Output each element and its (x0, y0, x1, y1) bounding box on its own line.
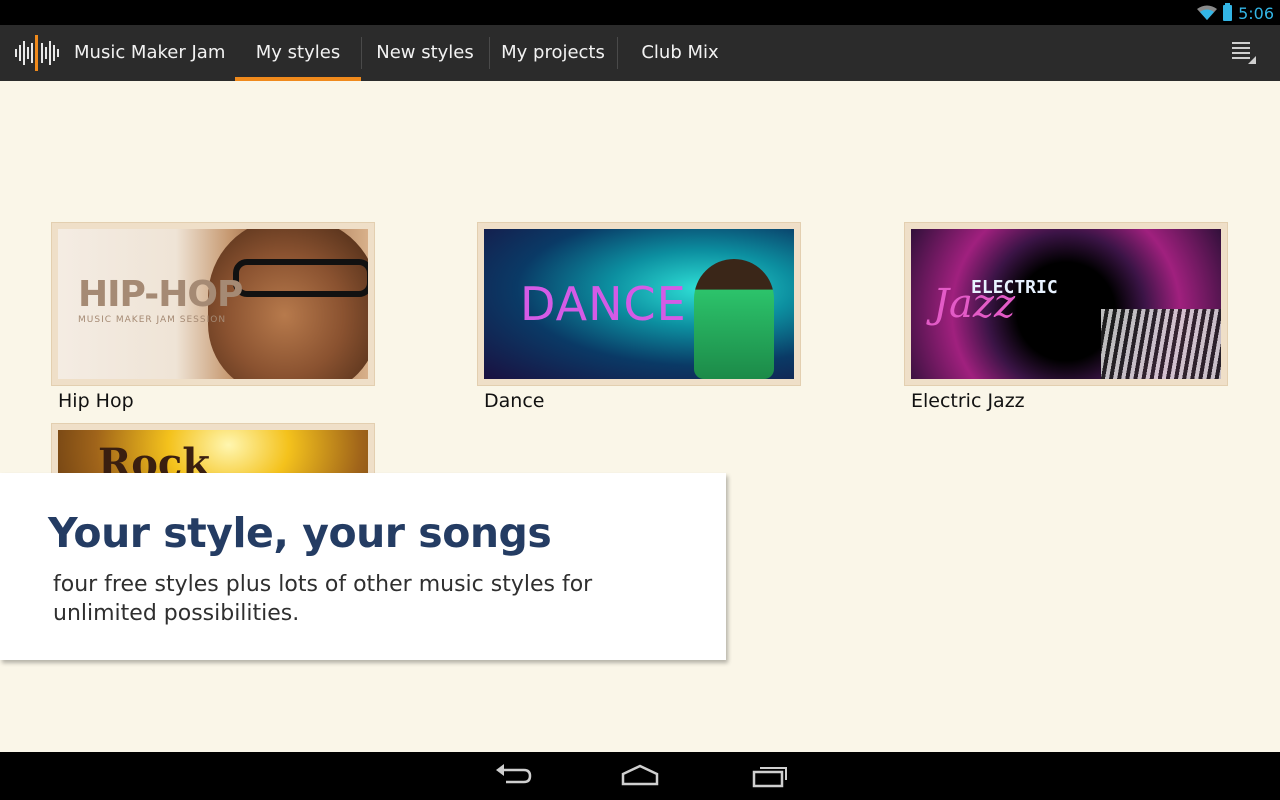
app-title: Music Maker Jam (74, 42, 226, 63)
tab-my-projects[interactable]: My projects (490, 25, 616, 81)
back-icon[interactable] (492, 762, 532, 790)
thumbnail-frame: DANCE (477, 222, 801, 386)
styles-content: HIP-HOP MUSIC MAKER JAM SESSION Hip Hop … (0, 81, 1280, 752)
status-icons: 5:06 (1197, 3, 1274, 23)
wifi-icon (1197, 5, 1218, 20)
style-card-dance[interactable]: DANCE Dance (477, 222, 801, 412)
dancer-graphic (694, 259, 774, 379)
waveform-logo-icon[interactable] (14, 35, 60, 71)
dance-thumbnail: DANCE (484, 229, 794, 379)
promo-body: four free styles plus lots of other musi… (53, 572, 593, 626)
hip-hop-thumbnail: HIP-HOP MUSIC MAKER JAM SESSION (58, 229, 368, 379)
thumbnail-subtitle: MUSIC MAKER JAM SESSION (78, 315, 227, 325)
overflow-menu-icon[interactable] (1232, 40, 1258, 66)
promo-headline: Your style, your songs (48, 509, 552, 557)
battery-icon (1223, 3, 1233, 21)
glasses-graphic (233, 259, 368, 297)
style-card-hip-hop[interactable]: HIP-HOP MUSIC MAKER JAM SESSION Hip Hop (51, 222, 375, 412)
status-time: 5:06 (1238, 3, 1274, 23)
thumbnail-subtitle: ELECTRIC (971, 277, 1058, 298)
status-bar: 5:06 (0, 0, 1280, 25)
recents-icon[interactable] (750, 762, 790, 790)
promo-overlay: Your style, your songs four free styles … (0, 473, 726, 660)
tab-club-mix[interactable]: Club Mix (618, 25, 742, 81)
tab-new-styles[interactable]: New styles (362, 25, 488, 81)
thumbnail-frame: Jazz ELECTRIC (904, 222, 1228, 386)
tab-my-styles[interactable]: My styles (235, 25, 361, 81)
electric-jazz-thumbnail: Jazz ELECTRIC (911, 229, 1221, 379)
style-label: Electric Jazz (911, 390, 1025, 412)
style-label: Dance (484, 390, 545, 412)
thumbnail-title: DANCE (520, 277, 687, 331)
home-icon[interactable] (620, 762, 660, 790)
action-bar: Music Maker Jam My styles New styles My … (0, 25, 1280, 81)
style-card-electric-jazz[interactable]: Jazz ELECTRIC Electric Jazz (904, 222, 1228, 412)
system-nav-bar (0, 752, 1280, 800)
style-label: Hip Hop (58, 390, 134, 412)
thumbnail-title: HIP-HOP (78, 274, 243, 315)
thumbnail-frame: HIP-HOP MUSIC MAKER JAM SESSION (51, 222, 375, 386)
piano-graphic (1101, 309, 1221, 379)
